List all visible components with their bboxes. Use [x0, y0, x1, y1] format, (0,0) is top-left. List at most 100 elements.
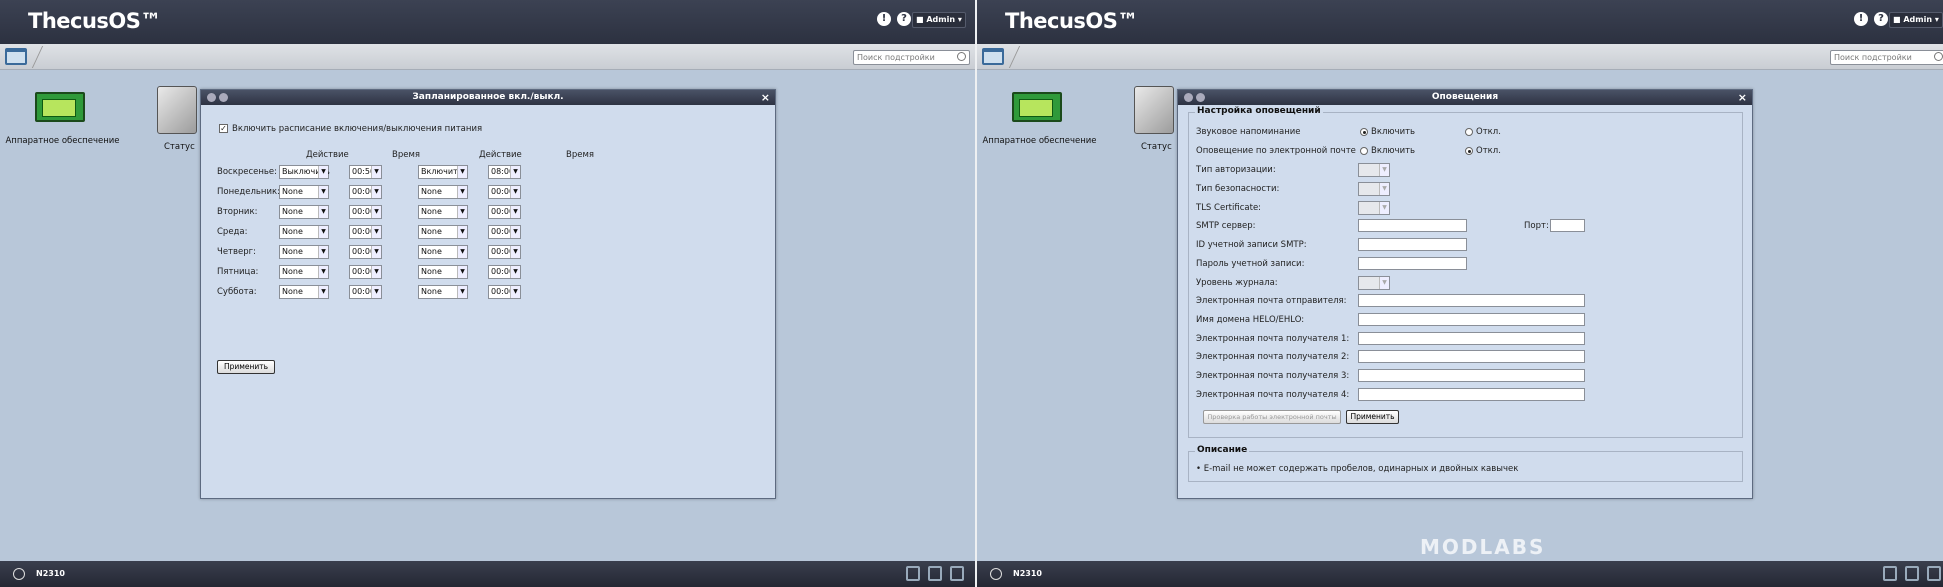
header-action-2: Действие — [479, 150, 522, 160]
thecus-logo: ThecusOS™ — [28, 9, 161, 33]
day-label: Среда: — [217, 227, 248, 237]
window-titlebar[interactable]: Оповещения × — [1178, 90, 1752, 105]
chevron-down-icon: ▼ — [371, 226, 381, 238]
close-icon[interactable]: × — [1738, 90, 1747, 105]
desktop-label-hardware[interactable]: Аппаратное обеспечение — [982, 136, 1097, 146]
storage-icon[interactable] — [1883, 566, 1897, 581]
window-titlebar[interactable]: Запланированное вкл./выкл. × — [201, 90, 775, 105]
action-select[interactable]: None ▼ — [279, 225, 329, 239]
chevron-down-icon: ▼ — [510, 206, 520, 218]
sender-email-input[interactable] — [1358, 294, 1585, 307]
password-input[interactable] — [1358, 257, 1467, 270]
log-level-select[interactable]: ▼ — [1358, 276, 1390, 290]
admin-menu-button[interactable]: ■ Admin ▾ — [912, 12, 966, 28]
control-panel-icon[interactable] — [5, 48, 27, 65]
action-select[interactable]: None ▼ — [279, 205, 329, 219]
time-select[interactable]: 00:00 ▼ — [488, 205, 521, 219]
forward-icon[interactable] — [219, 93, 228, 102]
time-select[interactable]: 08:00 ▼ — [488, 165, 521, 179]
auth-type-select[interactable]: ▼ — [1358, 163, 1390, 177]
back-icon[interactable] — [1184, 93, 1193, 102]
time-select[interactable]: 00:00 ▼ — [488, 225, 521, 239]
time-select[interactable]: 00:00 ▼ — [349, 265, 382, 279]
action-select[interactable]: None ▼ — [279, 265, 329, 279]
admin-menu-button[interactable]: ■ Admin ▾ — [1889, 12, 1943, 28]
tls-select[interactable]: ▼ — [1358, 201, 1390, 215]
action-select[interactable]: Включить ▼ — [418, 165, 468, 179]
beep-on-label: Включить — [1371, 127, 1416, 137]
action-select[interactable]: None ▼ — [279, 185, 329, 199]
info-icon[interactable]: ! — [877, 12, 891, 26]
help-icon[interactable]: ? — [897, 12, 911, 26]
time-select[interactable]: 00:00 ▼ — [349, 245, 382, 259]
smtp-id-input[interactable] — [1358, 238, 1467, 251]
action-select[interactable]: None ▼ — [418, 285, 468, 299]
power-icon[interactable] — [13, 568, 25, 580]
time-select[interactable]: 00:00 ▼ — [349, 225, 382, 239]
time-select[interactable]: 00:00 ▼ — [488, 185, 521, 199]
select-value: None — [421, 227, 442, 236]
storage-icon[interactable] — [906, 566, 920, 581]
smtp-server-input[interactable] — [1358, 219, 1467, 232]
action-select[interactable]: None ▼ — [418, 265, 468, 279]
port-input[interactable] — [1550, 219, 1585, 232]
helo-input[interactable] — [1358, 313, 1585, 326]
smtp-id-label: ID учетной записи SMTP: — [1196, 240, 1307, 250]
chevron-down-icon: ▼ — [318, 266, 328, 278]
time-select[interactable]: 00:00 ▼ — [488, 245, 521, 259]
apply-button[interactable]: Применить — [1346, 410, 1399, 424]
select-value: None — [282, 207, 303, 216]
network-icon[interactable] — [1927, 566, 1941, 581]
search-input[interactable]: Поиск подстройки — [853, 50, 970, 65]
disk-icon[interactable] — [1905, 566, 1919, 581]
email-off-label: Откл. — [1476, 146, 1501, 156]
time-select[interactable]: 00:00 ▼ — [349, 205, 382, 219]
toolbar: Поиск подстройки — [977, 44, 1943, 70]
right-screenshot: ThecusOS™ ! ? ■ Admin ▾ Поиск подстройки… — [977, 0, 1943, 587]
chevron-down-icon: ▼ — [318, 186, 328, 198]
search-input[interactable]: Поиск подстройки — [1830, 50, 1943, 65]
hardware-icon[interactable] — [1012, 92, 1062, 122]
beep-off-radio[interactable] — [1465, 128, 1473, 136]
search-icon — [957, 52, 966, 61]
beep-on-radio[interactable] — [1360, 128, 1368, 136]
info-icon[interactable]: ! — [1854, 12, 1868, 26]
recipient-4-input[interactable] — [1358, 388, 1585, 401]
desktop-label-status[interactable]: Статус — [1141, 142, 1172, 152]
hardware-icon[interactable] — [35, 92, 85, 122]
power-icon[interactable] — [990, 568, 1002, 580]
email-off-radio[interactable] — [1465, 147, 1473, 155]
time-select[interactable]: 00:00 ▼ — [349, 185, 382, 199]
forward-icon[interactable] — [1196, 93, 1205, 102]
status-icon[interactable] — [1134, 86, 1174, 134]
email-on-radio[interactable] — [1360, 147, 1368, 155]
action-select[interactable]: None ▼ — [418, 245, 468, 259]
desktop-label-hardware[interactable]: Аппаратное обеспечение — [5, 136, 120, 146]
action-select[interactable]: None ▼ — [418, 205, 468, 219]
desktop-label-status[interactable]: Статус — [164, 142, 195, 152]
status-icon[interactable] — [157, 86, 197, 134]
model-name: N2310 — [1013, 569, 1042, 578]
enable-schedule-checkbox[interactable]: ✓ — [219, 124, 228, 133]
recipient-2-input[interactable] — [1358, 350, 1585, 363]
action-select[interactable]: None ▼ — [418, 185, 468, 199]
disk-icon[interactable] — [928, 566, 942, 581]
test-email-button[interactable]: Проверка работы электронной почты — [1203, 410, 1341, 424]
action-select[interactable]: None ▼ — [279, 245, 329, 259]
action-select[interactable]: Выключить ▼ — [279, 165, 330, 179]
back-icon[interactable] — [207, 93, 216, 102]
time-select[interactable]: 00:00 ▼ — [488, 285, 521, 299]
action-select[interactable]: None ▼ — [279, 285, 329, 299]
close-icon[interactable]: × — [761, 90, 770, 105]
recipient-1-input[interactable] — [1358, 332, 1585, 345]
apply-button[interactable]: Применить — [217, 360, 275, 374]
time-select[interactable]: 00:50 ▼ — [349, 165, 382, 179]
control-panel-icon[interactable] — [982, 48, 1004, 65]
recipient-3-input[interactable] — [1358, 369, 1585, 382]
help-icon[interactable]: ? — [1874, 12, 1888, 26]
network-icon[interactable] — [950, 566, 964, 581]
action-select[interactable]: None ▼ — [418, 225, 468, 239]
security-type-select[interactable]: ▼ — [1358, 182, 1390, 196]
time-select[interactable]: 00:00 ▼ — [349, 285, 382, 299]
time-select[interactable]: 00:00 ▼ — [488, 265, 521, 279]
